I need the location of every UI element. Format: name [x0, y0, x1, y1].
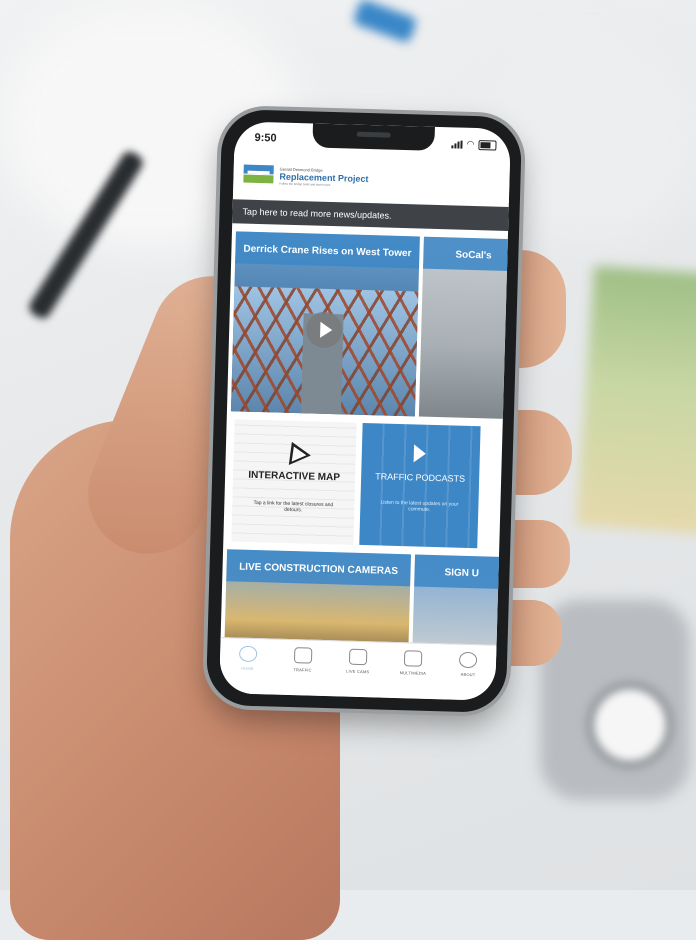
notch — [312, 123, 435, 151]
play-arrow-icon — [413, 444, 427, 463]
app-header: Gerald Desmond Bridge Replacement Projec… — [232, 153, 511, 203]
tab-label: MULTIMEDIA — [399, 670, 427, 676]
tile-title: Derrick Crane Rises on West Tower — [235, 231, 420, 269]
info-icon — [459, 651, 478, 669]
tile-traffic-podcasts[interactable]: TRAFFIC PODCASTS Listen to the latest up… — [359, 422, 481, 549]
home-icon — [238, 645, 257, 663]
tab-home[interactable]: HOME — [222, 645, 273, 671]
video-icon — [404, 650, 423, 667]
tile-derrick-crane[interactable]: Derrick Crane Rises on West Tower — [230, 231, 420, 417]
logo-icon — [243, 164, 274, 186]
tile-title: SoCal's — [422, 236, 511, 272]
car-icon — [293, 647, 313, 664]
tile-title: LIVE CONSTRUCTION CAMERAS — [226, 549, 412, 587]
tile-title: TRAFFIC PODCASTS — [375, 471, 466, 484]
tab-about[interactable]: ABOUT — [443, 651, 494, 677]
news-bar[interactable]: Tap here to read more news/updates. — [232, 199, 509, 231]
tab-traffic[interactable]: TRAFFIC — [277, 647, 328, 673]
tile-interactive-map[interactable]: INTERACTIVE MAP Tap a link for the lates… — [231, 419, 357, 545]
tile-title: SIGN U — [414, 554, 505, 589]
battery-icon — [478, 139, 497, 151]
status-time: 9:50 — [254, 131, 277, 145]
camera-icon — [348, 648, 368, 666]
tab-live-cams[interactable]: LIVE CAMS — [333, 648, 384, 674]
tab-label: LIVE CAMS — [346, 668, 370, 675]
tab-multimedia[interactable]: MULTIMEDIA — [388, 650, 439, 676]
tab-label: ABOUT — [460, 671, 476, 678]
smartphone: 9:50 ◠ Gerald Desmond Bridge Replacement… — [205, 108, 523, 714]
tile-subtitle: Listen to the latest updates on your com… — [380, 499, 459, 513]
tile-sign-up[interactable]: SIGN U — [412, 554, 505, 657]
signal-icon — [451, 140, 463, 149]
tab-bar: HOME TRAFFIC LIVE CAMS MULTIMEDIA ABOUT — [219, 637, 497, 701]
tab-label: TRAFFIC — [293, 667, 312, 673]
tile-subtitle: Tap a link for the latest closures and d… — [253, 499, 334, 514]
wifi-icon: ◠ — [466, 138, 475, 149]
speaker — [356, 131, 391, 138]
tile-title: INTERACTIVE MAP — [248, 469, 341, 484]
status-icons: ◠ — [451, 138, 497, 151]
phone-screen: 9:50 ◠ Gerald Desmond Bridge Replacement… — [219, 121, 511, 701]
tile-socal[interactable]: SoCal's — [418, 236, 511, 420]
map-pointer-icon — [280, 437, 311, 466]
tab-label: HOME — [240, 665, 254, 672]
news-bar-label: Tap here to read more news/updates. — [242, 206, 392, 221]
brand: Gerald Desmond Bridge Replacement Projec… — [279, 166, 369, 187]
